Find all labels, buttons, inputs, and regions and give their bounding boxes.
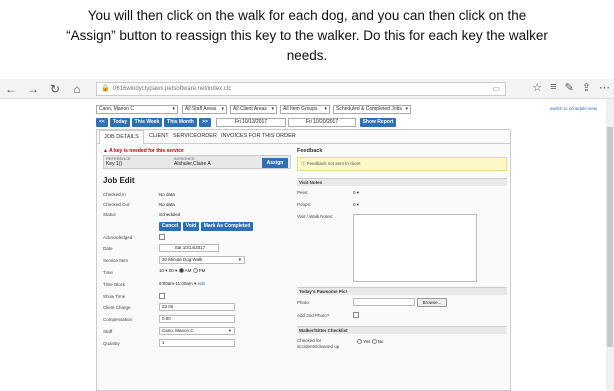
status-value: Scheduled [159,212,181,217]
instructions-line-3: needs. [286,48,328,63]
more-icon[interactable]: ⋯ [599,81,610,94]
feedback-title: Feedback [297,148,323,154]
checked-in-value: No data [159,192,175,197]
key-reference: Key 1() [106,161,123,167]
web-page: Cano, Manon C ▾ All Staff Areas ▾ All Clie… [86,99,606,391]
warning-icon: ▲ [103,148,108,154]
assign-button[interactable]: Assign [262,158,288,168]
key-assignment-row: REFERENCE Key 1() ASSIGNED Alshuler,Clai… [103,155,291,169]
today-button[interactable]: Today [110,118,130,127]
instructions-line-1: You will then click on the walk for each… [87,8,527,23]
time-block-edit-link[interactable]: edit [197,281,204,286]
feedback-column: Feedback ⓘ Feedback not sent to client V… [297,148,507,388]
job-edit-title: Job Edit [103,176,135,185]
tab-job-details[interactable]: JOB DETAILS [99,130,144,144]
back-icon[interactable]: ← [0,82,22,96]
browse-button[interactable]: Browse... [417,298,447,307]
hour-select[interactable]: 10 [159,268,164,273]
accidents-radio-group: Yes No [357,339,383,345]
acknowledged-checkbox[interactable] [159,234,165,240]
service-item-select[interactable]: 30 Minute Dog Walk ▾ [159,256,245,264]
this-month-button[interactable]: This Month [164,118,197,127]
this-week-button[interactable]: This Week [132,118,162,127]
minute-select[interactable]: 00 [169,268,174,273]
pm-radio[interactable] [192,268,198,274]
tab-serviceorder[interactable]: SERVICEORDER [173,133,217,139]
date-to-field[interactable]: Fri 10/20/2017 [288,118,356,127]
tab-client[interactable]: CLIENT [149,133,169,139]
instructions-line-2: “Assign” button to reassign this key to … [66,28,548,43]
feedback-notice: ⓘ Feedback not sent to client [297,157,507,171]
next-button[interactable]: >> [199,118,211,127]
cancel-button[interactable]: Cancel [159,222,181,231]
share-icon[interactable]: ⇪ [582,81,591,94]
job-panel: JOB DETAILS CLIENT SERVICEORDER INVOICES… [96,129,511,391]
address-bar[interactable]: 🔒 0616windyctypaws.petsoftware.net/index… [96,82,506,96]
info-icon: ⓘ [301,161,306,166]
key-needed-alert: ▲ A key is needed for this service [103,148,184,154]
prev-button[interactable]: << [96,118,108,127]
tab-bar: JOB DETAILS CLIENT SERVICEORDER INVOICES… [97,130,510,144]
instructions-text: You will then click on the walk for each… [18,6,596,66]
client-areas-select[interactable]: All Client Areas ▾ [230,105,277,114]
page-scrollbar[interactable] [606,99,614,391]
visit-notes-textarea[interactable] [353,214,477,282]
browser-toolbar: ← → ↻ ⌂ 🔒 0616windyctypaws.petsoftware.n… [0,79,614,99]
switch-to-schedule-link[interactable]: switch to schedule view [550,106,597,111]
forward-icon[interactable]: → [22,82,44,96]
item-groups-select[interactable]: All Item Groups ▾ [280,105,330,114]
reading-view-icon[interactable]: ▭ [492,83,500,95]
time-block-select[interactable]: 9:00am-11:00am ▾ edit [159,281,205,287]
checked-out-value: No data [159,202,175,207]
home-icon[interactable]: ⌂ [66,82,88,96]
add-2nd-photo-checkbox[interactable] [353,312,359,318]
show-time-checkbox[interactable] [159,293,165,299]
poops-select[interactable]: 0 ▾ [353,202,359,208]
checklist-header: Walker/Sitter Checklist [297,326,507,334]
yes-radio[interactable] [357,339,362,345]
compensation-input[interactable]: 0.00 [159,315,235,323]
date-field[interactable]: Sat 10/14/2017 [159,244,219,252]
void-button[interactable]: Void [183,222,199,231]
favorites-icon[interactable]: ≡ [550,81,556,94]
assigned-walker: Alshuler,Claire A [174,161,211,167]
am-radio[interactable] [178,268,184,274]
scrollbar-thumb[interactable] [607,127,613,347]
staff-select[interactable]: Cano, Manon C ▾ [96,105,178,114]
favorite-star-icon[interactable]: ☆ [532,81,542,94]
staff-areas-select[interactable]: All Staff Areas ▾ [182,105,227,114]
url-text: 0616windyctypaws.petsoftware.net/index.c… [113,86,232,92]
pees-select[interactable]: 0 ▾ [353,190,359,196]
refresh-icon[interactable]: ↻ [44,82,66,96]
staff-select[interactable]: Cano, Manon C ▾ [159,327,235,335]
date-from-field[interactable]: Fri 10/13/2017 [216,118,286,127]
job-edit-column: ▲ A key is needed for this service REFER… [103,148,291,388]
show-report-button[interactable]: Show Report [360,118,396,127]
tab-invoices[interactable]: INVOICES FOR THIS ORDER [221,133,296,139]
pawsome-pic-header: Today's Pawsome Pic! [297,287,507,295]
client-charge-input[interactable]: 23.00 [159,303,235,311]
visit-notes-header: Visit Notes [297,178,507,186]
no-radio[interactable] [371,339,377,345]
photo-file-input[interactable] [353,298,415,306]
jobs-filter-select[interactable]: Scheduled & Completed Jobs ▾ [333,105,411,114]
quantity-input[interactable]: 1 [159,339,235,347]
lock-icon: 🔒 [101,85,110,92]
mark-completed-button[interactable]: Mark As Completed [201,222,253,231]
time-picker: 10 ▾ 00 ▾ AM PM [159,268,206,274]
pen-icon[interactable]: ✎ [565,81,574,94]
